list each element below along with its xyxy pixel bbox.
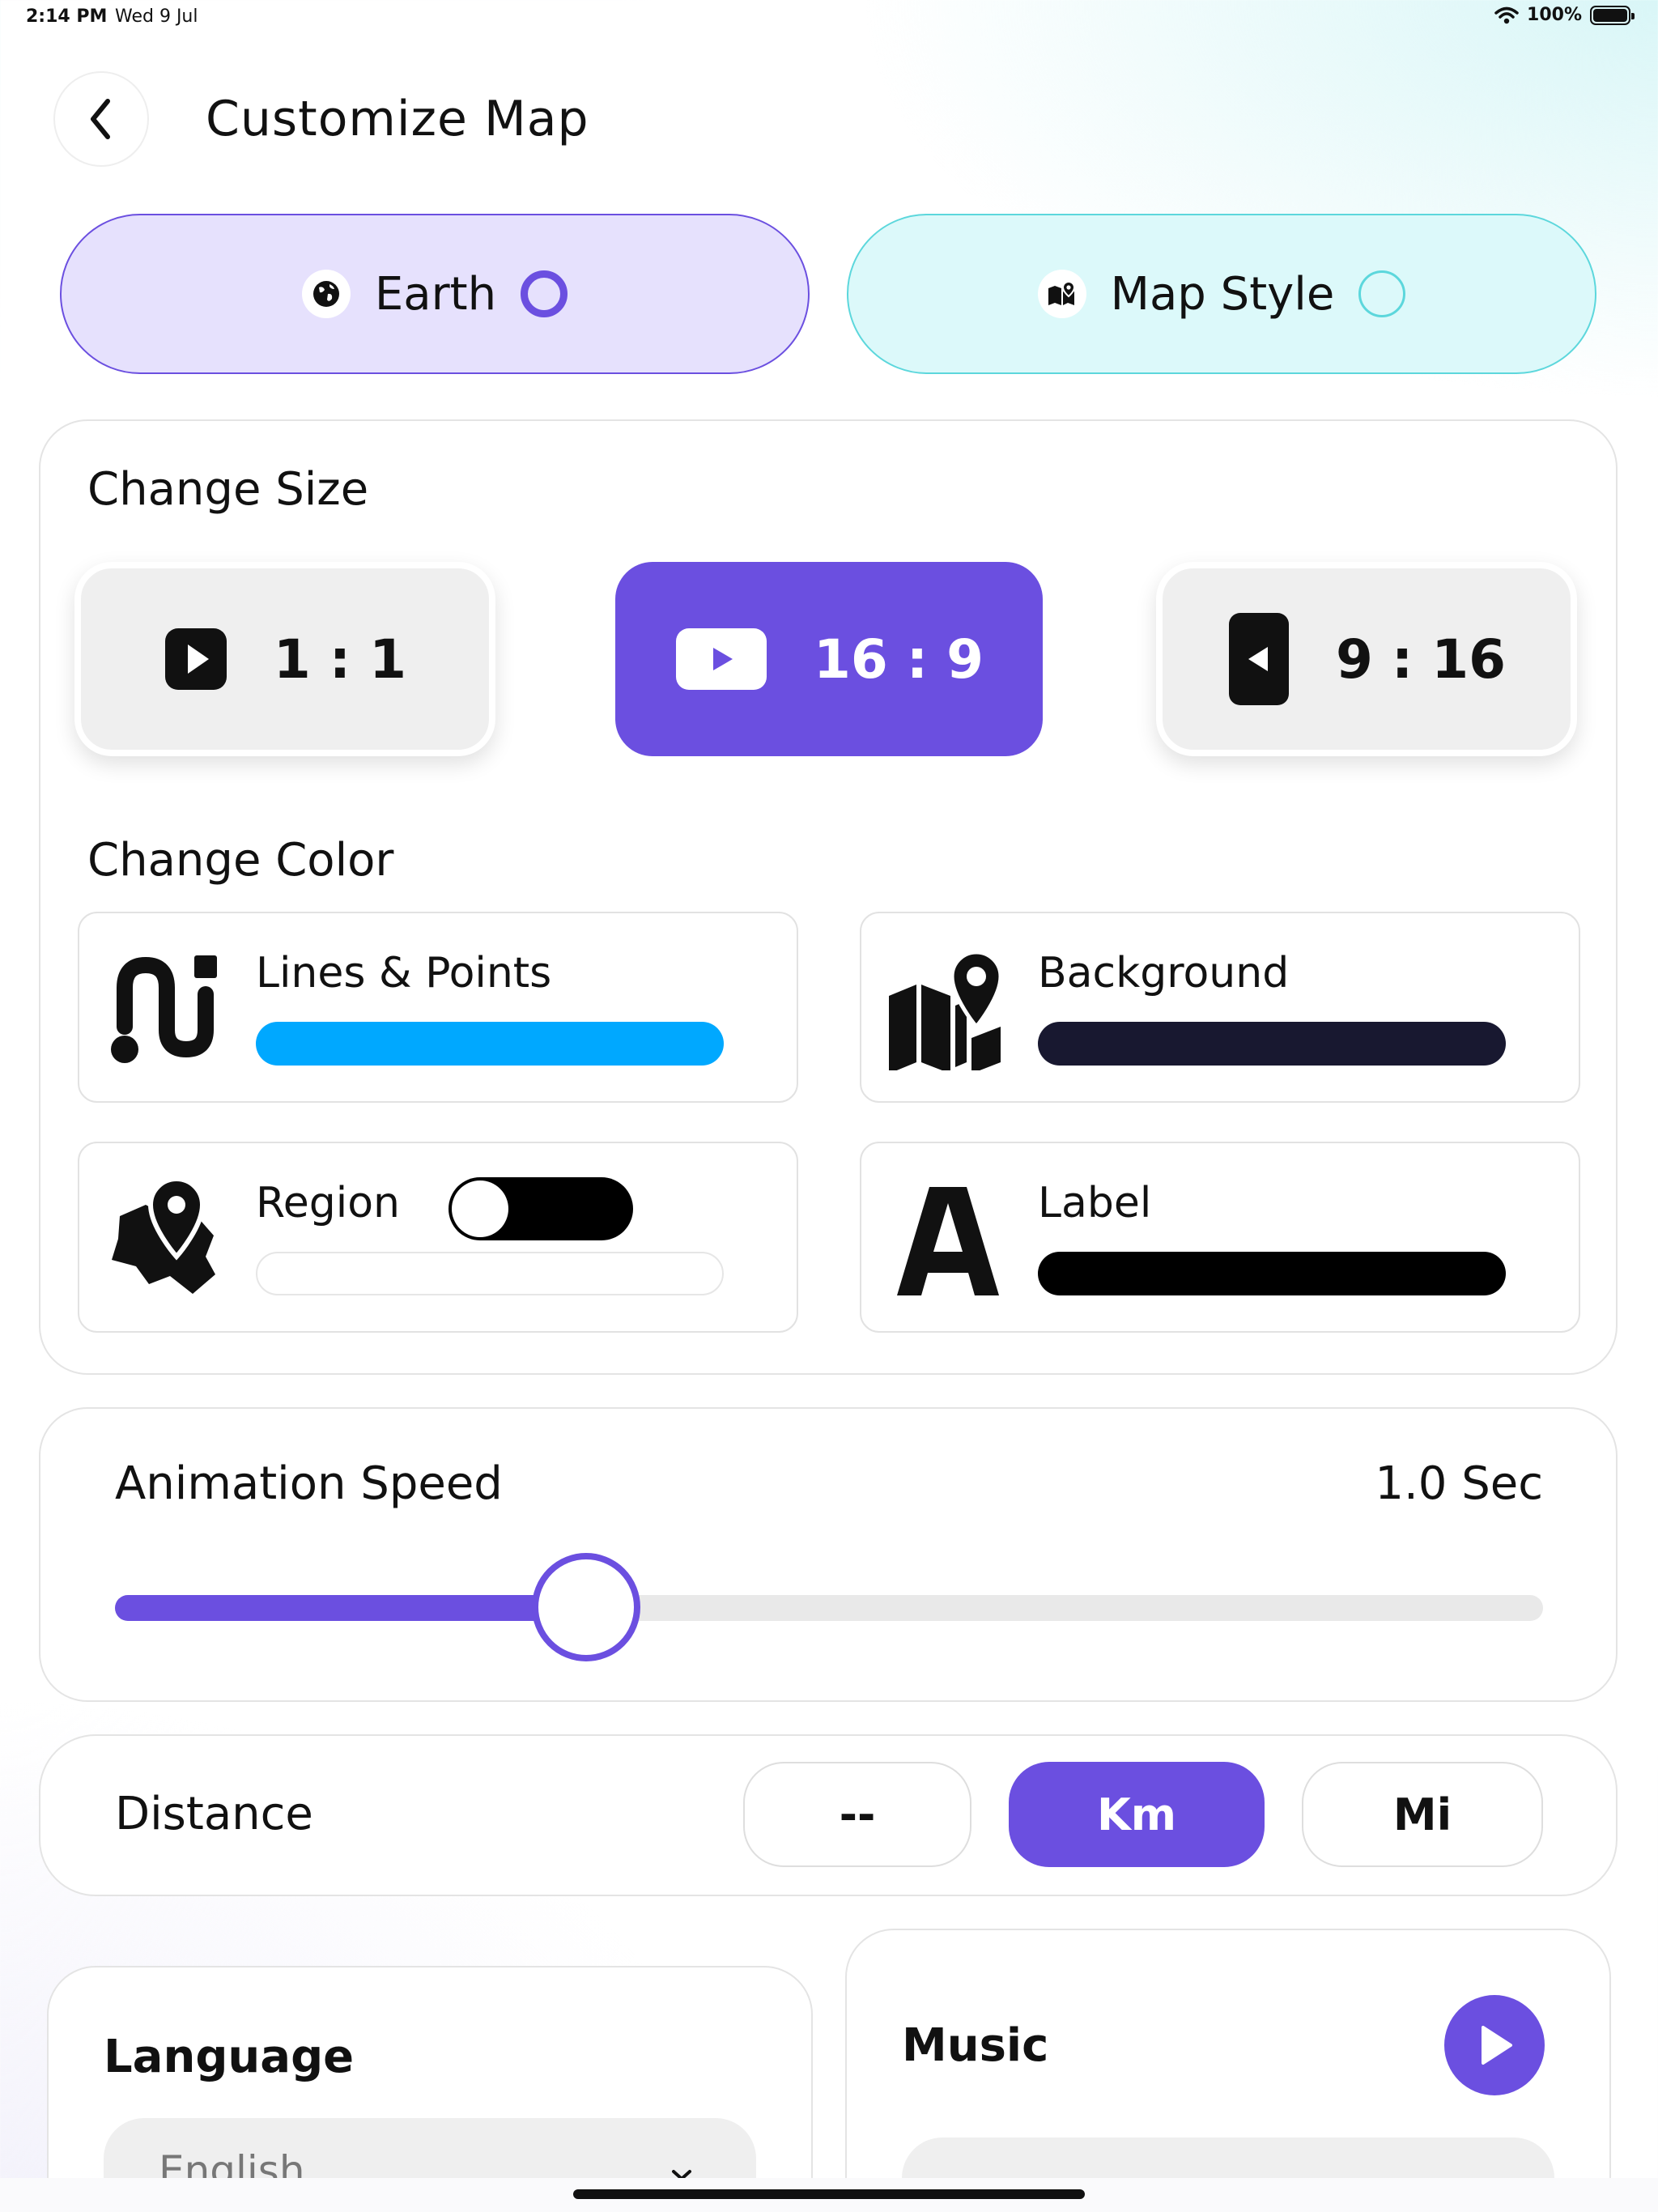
background-color[interactable]: Background bbox=[860, 912, 1580, 1103]
tab-earth[interactable]: Earth bbox=[60, 214, 810, 374]
distance-none-label: -- bbox=[839, 1789, 876, 1840]
language-title: Language bbox=[104, 2031, 355, 2083]
chevron-left-icon bbox=[91, 99, 110, 139]
distance-km-label: Km bbox=[1096, 1789, 1177, 1840]
region-label: Region bbox=[256, 1179, 401, 1227]
tab-earth-label: Earth bbox=[374, 267, 497, 321]
size-16-9-label: 16 : 9 bbox=[813, 627, 984, 691]
region-color[interactable]: Region bbox=[78, 1142, 798, 1333]
tab-map-style[interactable]: Map Style bbox=[847, 214, 1596, 374]
map-pin-icon bbox=[1037, 270, 1086, 318]
distance-none-button[interactable]: -- bbox=[743, 1762, 971, 1867]
animation-speed-thumb[interactable] bbox=[532, 1553, 641, 1661]
map-style-radio[interactable] bbox=[1358, 270, 1406, 317]
tab-map-style-label: Map Style bbox=[1110, 267, 1335, 321]
size-16-9-button[interactable]: 16 : 9 bbox=[615, 562, 1043, 756]
wifi-icon bbox=[1494, 6, 1519, 23]
status-date: Wed 9 Jul bbox=[115, 6, 198, 27]
region-color-bar[interactable] bbox=[256, 1252, 724, 1295]
earth-radio[interactable] bbox=[521, 270, 568, 317]
animation-speed-card bbox=[39, 1407, 1618, 1702]
play-icon bbox=[1482, 2026, 1512, 2065]
size-9-16-button[interactable]: 9 : 16 bbox=[1156, 562, 1577, 756]
lines-points-color-bar[interactable] bbox=[256, 1022, 724, 1066]
music-play-button[interactable] bbox=[1444, 1995, 1545, 2095]
lines-points-color[interactable]: Lines & Points bbox=[78, 912, 798, 1103]
background-color-bar[interactable] bbox=[1038, 1022, 1506, 1066]
label-label: Label bbox=[1038, 1179, 1152, 1227]
change-color-title: Change Color bbox=[87, 834, 394, 887]
back-button[interactable] bbox=[53, 71, 149, 167]
size-1-1-button[interactable]: 1 : 1 bbox=[74, 562, 495, 756]
region-toggle-knob bbox=[452, 1180, 508, 1237]
label-color[interactable]: Label bbox=[860, 1142, 1580, 1333]
battery-percent: 100% bbox=[1527, 5, 1582, 25]
distance-km-button[interactable]: Km bbox=[1009, 1762, 1265, 1867]
size-1-1-label: 1 : 1 bbox=[273, 627, 407, 691]
animation-speed-value: 1.0 Sec bbox=[1375, 1457, 1543, 1510]
distance-mi-label: Mi bbox=[1392, 1789, 1452, 1840]
home-indicator[interactable] bbox=[573, 2189, 1085, 2199]
label-color-bar[interactable] bbox=[1038, 1252, 1506, 1295]
size-9-16-label: 9 : 16 bbox=[1335, 627, 1507, 691]
animation-speed-fill bbox=[115, 1595, 587, 1621]
route-icon bbox=[111, 955, 217, 1063]
background-label: Background bbox=[1038, 949, 1290, 998]
globe-icon bbox=[301, 270, 351, 318]
region-toggle[interactable] bbox=[449, 1177, 633, 1240]
map-location-icon bbox=[889, 950, 1003, 1070]
landscape-play-icon bbox=[675, 628, 767, 690]
status-time: 2:14 PM bbox=[26, 6, 108, 27]
square-play-icon bbox=[164, 628, 227, 690]
page-title: Customize Map bbox=[206, 91, 589, 147]
change-size-title: Change Size bbox=[87, 463, 369, 516]
region-pin-icon bbox=[112, 1176, 215, 1294]
distance-mi-button[interactable]: Mi bbox=[1302, 1762, 1543, 1867]
portrait-play-icon bbox=[1228, 613, 1289, 705]
letter-a-icon bbox=[897, 1187, 999, 1295]
lines-points-label: Lines & Points bbox=[256, 949, 552, 998]
battery-icon bbox=[1590, 5, 1635, 25]
status-indicators: 100% bbox=[1494, 5, 1635, 25]
animation-speed-title: Animation Speed bbox=[115, 1457, 503, 1510]
music-title: Music bbox=[902, 2019, 1049, 2072]
distance-title: Distance bbox=[115, 1788, 313, 1840]
